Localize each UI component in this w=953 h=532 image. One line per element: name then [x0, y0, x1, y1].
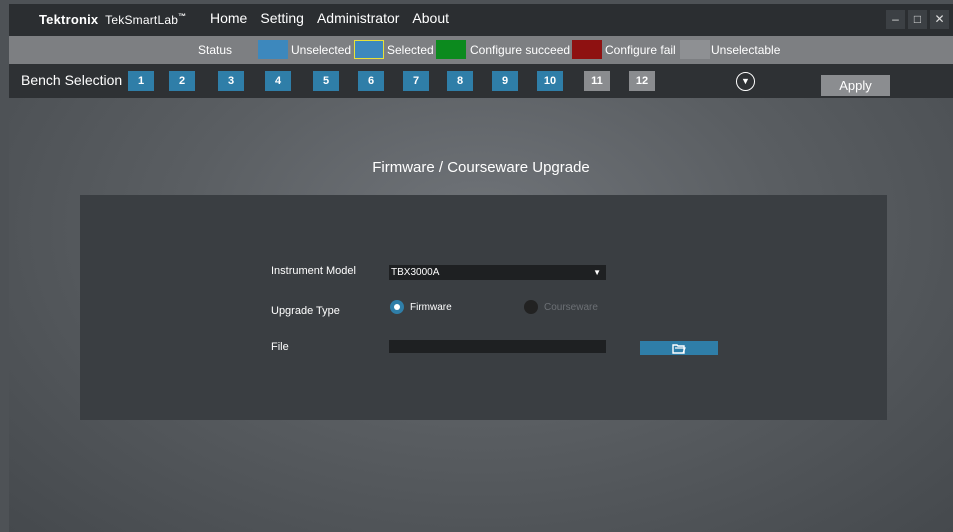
- folder-open-icon: [672, 343, 686, 354]
- bench-button-1[interactable]: 1: [128, 71, 154, 91]
- bench-button-8[interactable]: 8: [447, 71, 473, 91]
- bench-button-3[interactable]: 3: [218, 71, 244, 91]
- courseware-radio-label: Courseware: [544, 301, 598, 313]
- file-path-field[interactable]: [389, 340, 606, 353]
- bench-button-4[interactable]: 4: [265, 71, 291, 91]
- bench-button-2[interactable]: 2: [169, 71, 195, 91]
- caret-down-icon: ▼: [593, 268, 601, 277]
- upgrade-panel: Instrument Model TBX3000A ▼ Upgrade Type…: [80, 195, 887, 420]
- legend-fail-swatch: [572, 40, 602, 59]
- legend-succeed-label: Configure succeed: [470, 43, 571, 57]
- window-controls: – □ ✕: [886, 10, 949, 29]
- radio-unselected-icon: [524, 300, 538, 314]
- apply-button[interactable]: Apply: [821, 75, 890, 96]
- main-content: Firmware / Courseware Upgrade Instrument…: [9, 98, 953, 532]
- bench-button-11: 11: [584, 71, 610, 91]
- browse-button[interactable]: [640, 341, 718, 355]
- chevron-down-icon[interactable]: ▼: [736, 72, 755, 91]
- bench-button-6[interactable]: 6: [358, 71, 384, 91]
- title-bar: Tektronix TekSmartLab™ Home Setting Admi…: [9, 4, 953, 36]
- nav-home[interactable]: Home: [210, 10, 247, 26]
- bench-selection-bar: Bench Selection 1 2 3 4 5 6 7 8 9 10 11 …: [9, 64, 953, 98]
- page-title: Firmware / Courseware Upgrade: [372, 159, 590, 176]
- legend-selected-swatch: [354, 40, 384, 59]
- close-icon[interactable]: ✕: [930, 10, 949, 29]
- bench-button-10[interactable]: 10: [537, 71, 563, 91]
- upgrade-type-label: Upgrade Type: [271, 305, 340, 317]
- legend-unselected-swatch: [258, 40, 288, 59]
- nav-setting[interactable]: Setting: [260, 10, 304, 26]
- legend-fail-label: Configure fail: [605, 43, 676, 57]
- bench-button-12: 12: [629, 71, 655, 91]
- legend-succeed-swatch: [436, 40, 466, 59]
- legend-selected-label: Selected: [387, 43, 434, 57]
- legend-unselectable-label: Unselectable: [711, 43, 781, 57]
- firmware-radio[interactable]: Firmware: [390, 300, 452, 314]
- bench-button-9[interactable]: 9: [492, 71, 518, 91]
- legend-status-label: Status: [198, 43, 233, 57]
- main-nav: Home Setting Administrator About: [210, 10, 449, 26]
- app-logo: Tektronix TekSmartLab™: [39, 12, 187, 27]
- nav-administrator[interactable]: Administrator: [317, 10, 399, 26]
- bench-button-7[interactable]: 7: [403, 71, 429, 91]
- instrument-model-select[interactable]: TBX3000A ▼: [389, 265, 606, 280]
- bench-button-5[interactable]: 5: [313, 71, 339, 91]
- legend-unselectable-swatch: [680, 40, 710, 59]
- bench-selection-label: Bench Selection: [21, 72, 123, 88]
- courseware-radio: Courseware: [524, 300, 598, 314]
- firmware-radio-label: Firmware: [410, 301, 452, 313]
- instrument-model-value: TBX3000A: [391, 267, 440, 278]
- nav-about[interactable]: About: [412, 10, 449, 26]
- instrument-model-label: Instrument Model: [271, 265, 356, 277]
- radio-selected-icon: [390, 300, 404, 314]
- maximize-icon[interactable]: □: [908, 10, 927, 29]
- status-legend: Status Unselected Selected Configure suc…: [9, 36, 953, 64]
- legend-unselected-label: Unselected: [291, 43, 352, 57]
- file-label: File: [271, 341, 289, 353]
- minimize-icon[interactable]: –: [886, 10, 905, 29]
